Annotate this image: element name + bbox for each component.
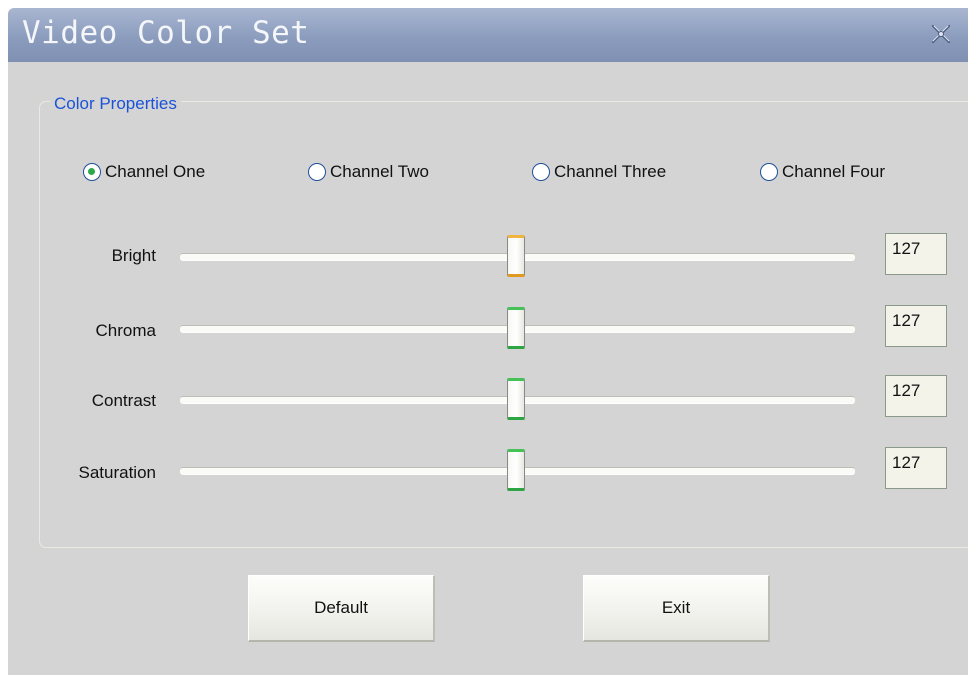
radio-channel-two[interactable]: Channel Two bbox=[308, 160, 429, 184]
saturation-label: Saturation bbox=[78, 463, 157, 482]
exit-button[interactable]: Exit bbox=[583, 575, 770, 642]
default-button[interactable]: Default bbox=[248, 575, 435, 642]
saturation-value: 127 bbox=[885, 447, 947, 489]
contrast-slider-thumb[interactable] bbox=[507, 378, 526, 420]
radio-unchecked-icon bbox=[308, 163, 326, 181]
radio-channel-one-label: Channel One bbox=[105, 162, 206, 181]
radio-channel-four-label: Channel Four bbox=[782, 162, 886, 181]
radio-channel-four[interactable]: Channel Four bbox=[760, 160, 885, 184]
radio-channel-three[interactable]: Channel Three bbox=[532, 160, 666, 184]
bright-slider-thumb[interactable] bbox=[507, 235, 526, 277]
chroma-label: Chroma bbox=[95, 321, 156, 340]
saturation-slider[interactable] bbox=[180, 449, 855, 491]
bright-slider[interactable] bbox=[180, 235, 855, 277]
radio-channel-three-label: Channel Three bbox=[554, 162, 667, 181]
contrast-label: Contrast bbox=[91, 391, 156, 410]
chroma-value: 127 bbox=[885, 305, 947, 347]
radio-channel-two-label: Channel Two bbox=[330, 162, 429, 181]
radio-unchecked-icon bbox=[532, 163, 550, 181]
contrast-value: 127 bbox=[885, 375, 947, 417]
contrast-slider[interactable] bbox=[180, 378, 855, 420]
close-icon[interactable] bbox=[928, 21, 954, 47]
radio-unchecked-icon bbox=[760, 163, 778, 181]
color-properties-label: Color Properties bbox=[50, 94, 181, 114]
video-color-set-window: Video Color Set Color Properties Channel… bbox=[8, 8, 968, 675]
chroma-slider[interactable] bbox=[180, 307, 855, 349]
title-bar[interactable]: Video Color Set bbox=[8, 8, 968, 62]
bright-value: 127 bbox=[885, 233, 947, 275]
bright-label: Bright bbox=[111, 246, 156, 265]
chroma-slider-thumb[interactable] bbox=[507, 307, 526, 349]
saturation-slider-thumb[interactable] bbox=[507, 449, 526, 491]
window-title: Video Color Set bbox=[22, 15, 310, 51]
radio-checked-icon bbox=[83, 163, 101, 181]
radio-channel-one[interactable]: Channel One bbox=[83, 160, 205, 184]
